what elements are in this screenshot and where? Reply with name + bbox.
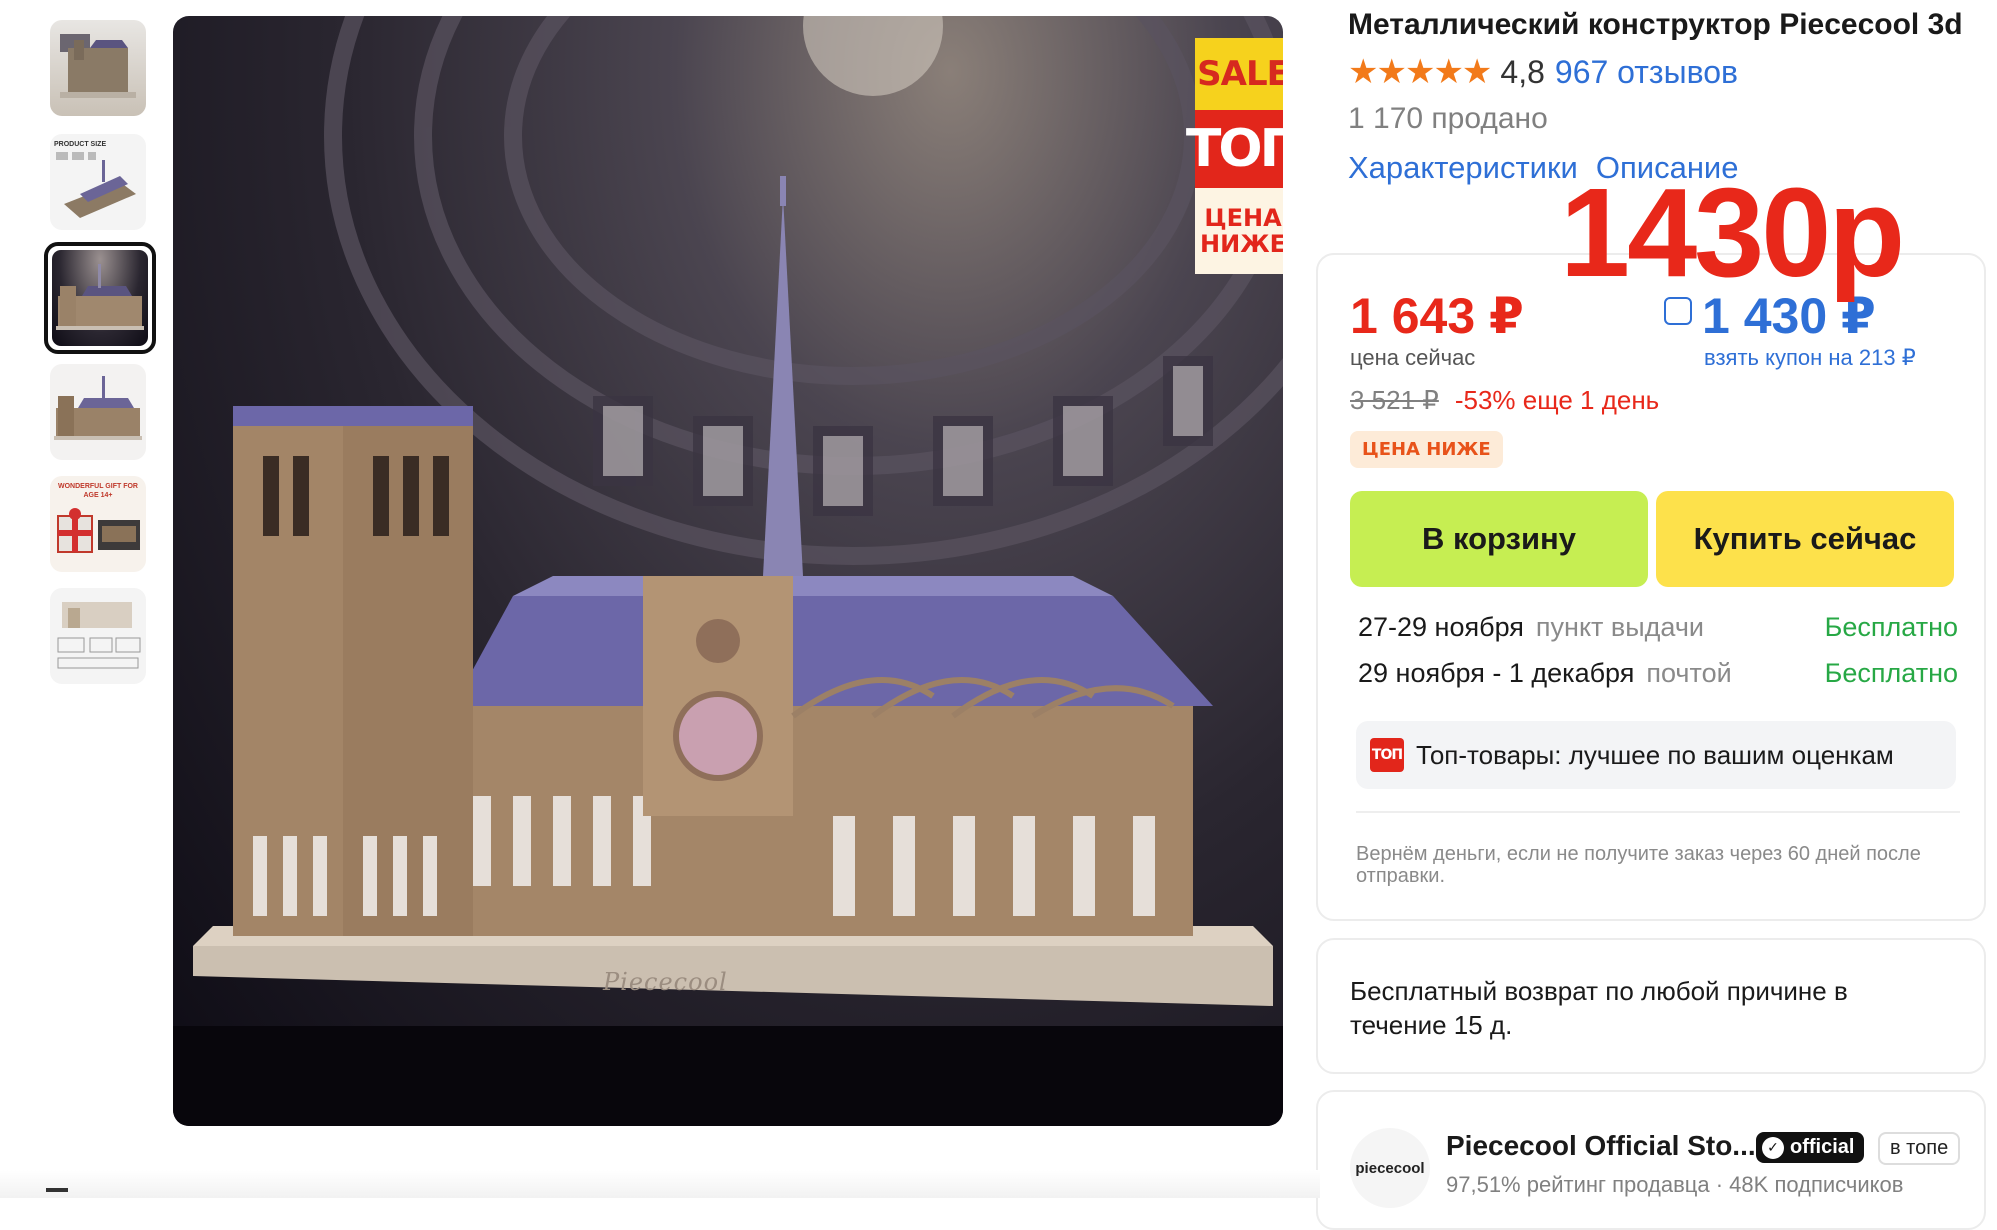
star-rating-icon: ★★★★★ — [1348, 53, 1492, 91]
verified-check-icon: ✓ — [1762, 1136, 1784, 1159]
page-bottom-fade — [0, 1170, 1320, 1198]
current-price: 1 643 ₽ — [1350, 288, 1524, 344]
delivery-option-pickup: 27-29 ноября пункт выдачи Бесплатно — [1358, 612, 1958, 643]
current-price-label: цена сейчас — [1350, 345, 1476, 370]
rating-row: ★★★★★ 4,8 967 отзывов — [1348, 52, 1738, 92]
delivery-cost: Бесплатно — [1824, 658, 1958, 688]
delivery-method: почтой — [1646, 658, 1732, 688]
thumbnail-1[interactable] — [50, 20, 146, 116]
thumbnail-2-caption: PRODUCT SIZE — [54, 141, 107, 148]
sale-tag-bottom-line1: ЦЕНА — [1204, 204, 1282, 232]
in-top-badge: в топе — [1878, 1132, 1961, 1165]
price-lower-badge: ЦЕНА НИЖЕ — [1350, 431, 1503, 468]
discount-label: -53% еще 1 день — [1454, 385, 1660, 415]
thumbnail-2[interactable]: PRODUCT SIZE — [50, 134, 146, 230]
old-price-row: 3 521 ₽ -53% еще 1 день — [1350, 385, 1659, 416]
coupon-link[interactable]: взять купон на 213 ₽ — [1704, 345, 1916, 371]
base-brand-engraving: Piececool — [603, 968, 728, 996]
product-title: Металлический конструктор Piececool 3d — [1348, 8, 1963, 41]
delivery-option-post: 29 ноября - 1 декабря почтой Бесплатно — [1358, 658, 1958, 689]
thumbnail-4[interactable] — [50, 364, 146, 460]
thumbnail-5-caption: WONDERFUL GIFT FOR AGE 14+ — [58, 483, 138, 499]
official-badge-label: official — [1790, 1136, 1855, 1158]
top-goods-text: Топ-товары: лучшее по вашим оценкам — [1416, 739, 1894, 770]
delivery-date: 27-29 ноября — [1358, 612, 1524, 642]
sold-count: 1 170 продано — [1348, 102, 1548, 135]
delivery-cost: Бесплатно — [1824, 612, 1958, 642]
sale-tag-bottom: ЦЕНА НИЖЕ — [1195, 188, 1283, 274]
store-meta: 97,51% рейтинг продавца · 48K подписчико… — [1446, 1172, 1904, 1197]
price-card: 1 643 ₽ цена сейчас 1 430 ₽ взять купон … — [1316, 253, 1986, 921]
sale-tag-top: SALE — [1195, 38, 1283, 110]
sale-tag: SALE ТОП ЦЕНА НИЖЕ — [1186, 38, 1283, 274]
official-badge: ✓ official — [1756, 1132, 1865, 1163]
divider — [1356, 811, 1960, 813]
tab-characteristics[interactable]: Характеристики — [1348, 150, 1578, 186]
thumbnail-5[interactable]: WONDERFUL GIFT FOR AGE 14+ — [50, 476, 146, 572]
top-goods-icon: ТОП — [1370, 738, 1404, 772]
cathedral-model-illustration — [173, 16, 1283, 1126]
store-logo: piececool — [1350, 1128, 1430, 1208]
reviews-link[interactable]: 967 отзывов — [1555, 54, 1738, 91]
rating-value: 4,8 — [1500, 53, 1545, 90]
store-name[interactable]: Piececool Official Sto... — [1446, 1130, 1756, 1162]
thumbnail-4-image — [54, 376, 142, 440]
refund-guarantee-text: Вернём деньги, если не получите заказ че… — [1356, 843, 1921, 887]
sale-tag-top-label: ТОП — [1186, 110, 1283, 188]
thumbnail-1-image — [60, 34, 136, 98]
add-to-cart-button[interactable]: В корзину — [1350, 491, 1648, 587]
delivery-method: пункт выдачи — [1535, 612, 1704, 642]
old-price: 3 521 ₽ — [1350, 385, 1439, 415]
thumbnail-3-image — [56, 264, 144, 330]
return-policy-text: Бесплатный возврат по любой причине в те… — [1350, 976, 1848, 1040]
truncated-heading-fragment — [46, 1188, 68, 1192]
main-product-image[interactable]: Piececool SALE ТОП ЦЕНА НИЖЕ — [173, 16, 1283, 1126]
thumbnail-3-active[interactable] — [44, 242, 156, 354]
thumbnail-6[interactable] — [50, 588, 146, 684]
price-annotation-overlay: 1430р — [1560, 162, 1905, 303]
return-policy-card: Бесплатный возврат по любой причине в те… — [1316, 938, 1986, 1074]
thumbnail-6-image — [57, 602, 141, 669]
delivery-date: 29 ноября - 1 декабря — [1358, 658, 1635, 688]
top-goods-banner[interactable]: ТОП Топ-товары: лучшее по вашим оценкам — [1356, 721, 1956, 789]
buy-now-button[interactable]: Купить сейчас — [1656, 491, 1954, 587]
store-card[interactable]: piececool Piececool Official Sto... ✓ of… — [1316, 1090, 1986, 1230]
sale-tag-bottom-line2: НИЖЕ — [1200, 230, 1283, 258]
